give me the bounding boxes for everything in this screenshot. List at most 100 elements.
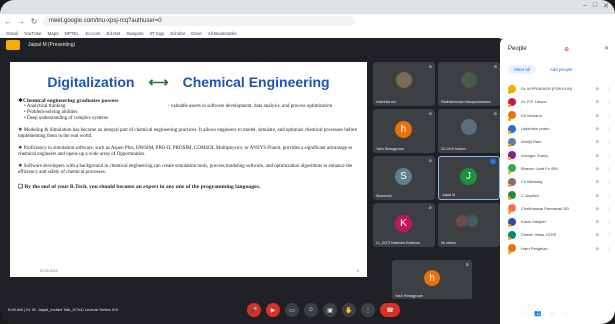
list-item[interactable]: C.Jeyakhi ⊘ ⋮ bbox=[508, 188, 613, 201]
bookmark[interactable]: Scholar bbox=[170, 31, 185, 36]
present-button[interactable]: ▣ bbox=[323, 303, 337, 317]
slide-body: ❖Chemical engineering graduates possess … bbox=[18, 98, 363, 190]
raise-hand-button[interactable]: ✋ bbox=[342, 303, 356, 317]
list-item[interactable]: Co Blessing ⊘ ⋮ bbox=[508, 175, 613, 188]
close-panel-icon[interactable]: ✕ bbox=[604, 45, 609, 52]
leave-call-button[interactable]: ☎ bbox=[380, 303, 400, 317]
list-item[interactable]: Kavin Sanjeet ⊘ ⋮ bbox=[508, 215, 613, 228]
add-person-icon[interactable]: ⊕ bbox=[564, 46, 569, 53]
bookmark[interactable]: Jio.com bbox=[85, 31, 101, 36]
more-icon[interactable]: ⋮ bbox=[607, 246, 611, 251]
participant-name: Jaipal M bbox=[442, 193, 456, 197]
speaking-icon: ⋮ bbox=[490, 159, 496, 164]
self-view-tile[interactable]: h ⊘ Yash Himagyuvan bbox=[392, 260, 472, 300]
meeting-clock: 9:09 AM | Dr. M. Jaipal_Invited Talk_ICT… bbox=[8, 307, 119, 312]
bookmark[interactable]: Swayam bbox=[126, 31, 143, 36]
bookmark[interactable]: IIT Kgp bbox=[150, 31, 164, 36]
list-item[interactable]: Abhijit Ram ⊘ ⋮ bbox=[508, 135, 613, 148]
participant-tile[interactable]: K ⊘ 21_DQTI Kalendra Krishnan bbox=[373, 203, 435, 247]
participant-tile[interactable]: ⊘ Radhakrishnan Narayanaswami bbox=[438, 62, 500, 106]
mic-off-icon: ⊘ bbox=[595, 219, 599, 225]
participant-tile[interactable]: ⊘ 20-1919 Indram bbox=[438, 109, 500, 153]
more-options-button[interactable]: ⋮ bbox=[361, 303, 375, 317]
minimize-icon[interactable]: – bbox=[583, 2, 587, 10]
bookmark[interactable]: NPTEL bbox=[64, 31, 79, 36]
list-item[interactable]: Chelthamsai Pantravati DD ⊘ ⋮ bbox=[508, 202, 613, 215]
participant-name: Harri Perigelan bbox=[521, 245, 548, 251]
participant-name: Kavin Sanjeet bbox=[521, 219, 546, 225]
host-badge bbox=[508, 184, 511, 188]
bookmark[interactable]: Maps bbox=[47, 31, 58, 36]
tab-meet-all[interactable]: Meet all bbox=[508, 65, 536, 74]
side-panel-buttons: ⓘ 👥 ▤ △ bbox=[520, 310, 568, 319]
more-icon[interactable]: ⋮ bbox=[607, 99, 611, 104]
control-buttons: 🎤 ▶ ▭ ☺ ▣ ✋ ⋮ ☎ bbox=[247, 303, 400, 317]
camera-toggle-button[interactable]: ▶ bbox=[266, 303, 280, 317]
mic-off-icon: ⊘ bbox=[595, 86, 599, 92]
participant-list: Dr. M.PRAKASH (POKHLIN) ⊘ ⋮ Dr. P.P. Libso… bbox=[508, 82, 613, 255]
info-icon[interactable]: ⓘ bbox=[520, 310, 526, 319]
forward-icon[interactable]: → bbox=[16, 16, 26, 26]
more-icon[interactable]: ⋮ bbox=[607, 126, 611, 131]
mic-off-icon: ⊘ bbox=[595, 192, 599, 198]
people-panel: People ⊕ ✕ Meet all Add people Dr. M.PRA… bbox=[500, 38, 615, 324]
people-icon[interactable]: 👥 bbox=[534, 310, 541, 319]
tab-add-people[interactable]: Add people bbox=[544, 65, 579, 74]
participant-tile[interactable]: ⊘ mdkohila.mu bbox=[373, 62, 435, 106]
bookmark[interactable]: Ed.Net bbox=[107, 31, 121, 36]
maximize-icon[interactable]: □ bbox=[593, 2, 597, 10]
chat-icon[interactable]: ▤ bbox=[550, 310, 556, 319]
more-icon[interactable]: ⋮ bbox=[607, 193, 611, 198]
list-item[interactable]: Dr. P.P. Libson ⊘ ⋮ bbox=[508, 95, 613, 108]
participant-tile[interactable]: S ⊘ Shanmuki bbox=[373, 156, 435, 200]
avatar: J bbox=[460, 168, 477, 185]
avatar: K bbox=[395, 215, 412, 232]
list-item[interactable]: Harri Perigelan ⊘ ⋮ bbox=[508, 242, 613, 255]
mic-toggle-button[interactable]: 🎤 bbox=[247, 303, 261, 317]
more-icon[interactable]: ⋮ bbox=[607, 232, 611, 237]
people-panel-title: People bbox=[508, 46, 527, 52]
more-icon[interactable]: ⋮ bbox=[607, 153, 611, 158]
skill-item: • Deep understanding of complex systems bbox=[24, 116, 109, 121]
more-icon[interactable]: ⋮ bbox=[607, 219, 611, 224]
host-badge bbox=[508, 170, 511, 174]
list-item[interactable]: KA Mohana ⊘ ⋮ bbox=[508, 109, 613, 122]
more-icon[interactable]: ⋮ bbox=[607, 166, 611, 171]
participant-tile-active-speaker[interactable]: J ⋮ Jaipal M bbox=[438, 156, 500, 200]
avatar bbox=[396, 72, 412, 88]
more-icon[interactable]: ⋮ bbox=[607, 113, 611, 118]
participant-name: 21_DQTI Kalendra Krishnan bbox=[376, 241, 420, 245]
more-icon[interactable]: ⋮ bbox=[607, 206, 611, 211]
mic-off-icon: ⊘ bbox=[595, 165, 599, 171]
host-badge bbox=[508, 250, 511, 254]
mic-off-icon: ⊘ bbox=[595, 139, 599, 145]
close-icon[interactable]: ✕ bbox=[603, 2, 609, 10]
list-item[interactable]: Dinesh Vikas 23 EE ⊘ ⋮ bbox=[508, 228, 613, 241]
url-field[interactable]: meet.google.com/tnu-xpsj-rcq?authuser=0 bbox=[43, 16, 355, 26]
activities-icon[interactable]: △ bbox=[563, 310, 568, 319]
list-item[interactable]: Bhaveu Joint Fo 456 ⊘ ⋮ bbox=[508, 162, 613, 175]
more-icon[interactable]: ⋮ bbox=[607, 139, 611, 144]
list-item[interactable]: Lakshmin prabu ⊘ ⋮ bbox=[508, 122, 613, 135]
others-tile[interactable]: 96 others bbox=[438, 203, 500, 247]
reload-icon[interactable]: ↻ bbox=[29, 16, 39, 26]
more-icon[interactable]: ⋮ bbox=[607, 86, 611, 91]
list-item[interactable]: Dr. M.PRAKASH (POKHLIN) ⊘ ⋮ bbox=[508, 82, 613, 95]
more-icon[interactable]: ⋮ bbox=[607, 179, 611, 184]
avatar: h bbox=[424, 270, 440, 286]
participant-tile[interactable]: h ⊘ Yash Himagyuvan bbox=[373, 109, 435, 153]
bookmark[interactable]: YouTube bbox=[24, 31, 42, 36]
bookmark[interactable]: Drive bbox=[191, 31, 202, 36]
bookmark[interactable]: All Bookmarks bbox=[208, 31, 237, 36]
bookmark[interactable]: Gmail bbox=[6, 31, 18, 36]
back-icon[interactable]: ← bbox=[3, 16, 13, 26]
slide-date: 02.09.2024 bbox=[40, 269, 58, 273]
list-item[interactable]: Avenger Sunny ⊘ ⋮ bbox=[508, 148, 613, 161]
host-badge bbox=[508, 223, 511, 227]
skills-value: - valuable assets in software developmen… bbox=[168, 104, 333, 109]
host-badge bbox=[508, 157, 511, 161]
captions-button[interactable]: ▭ bbox=[285, 303, 299, 317]
participant-name: Bhaveu Joint Fo 456 bbox=[521, 165, 558, 171]
emoji-button[interactable]: ☺ bbox=[304, 303, 318, 317]
participant-name: 20-1919 Indram bbox=[441, 147, 466, 151]
